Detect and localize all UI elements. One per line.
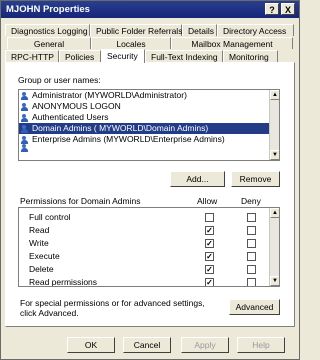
user-icon — [21, 124, 30, 133]
properties-dialog: MJOHN Properties ? X Diagnostics Logging… — [0, 0, 300, 360]
permission-row: Read permissions — [19, 276, 279, 287]
user-name: Administrator (MYWORLD\Administrator) — [32, 90, 187, 100]
user-name: Domain Admins ( MYWORLD\Domain Admins) — [32, 123, 209, 133]
deny-checkbox[interactable] — [247, 278, 256, 286]
deny-checkbox[interactable] — [247, 226, 256, 235]
permissions-scrollbar[interactable]: ▲ ▼ — [269, 208, 279, 286]
user-icon — [21, 135, 30, 144]
tab-monitoring[interactable]: Monitoring — [223, 50, 278, 62]
deny-label: Deny — [241, 196, 261, 206]
close-button[interactable]: X — [281, 3, 295, 15]
deny-checkbox[interactable] — [247, 213, 256, 222]
tab-locales[interactable]: Locales — [91, 37, 171, 49]
tab-directory-access[interactable]: Directory Access — [217, 24, 294, 36]
permission-row: Write — [19, 237, 279, 250]
tab-full-text-indexing[interactable]: Full-Text Indexing — [145, 50, 223, 62]
permission-name: Read — [29, 225, 50, 235]
user-icon — [21, 144, 30, 152]
list-item[interactable]: Enterprise Admins (MYWORLD\Enterprise Ad… — [19, 134, 279, 145]
allow-checkbox[interactable] — [205, 226, 214, 235]
permission-name: Full control — [29, 212, 71, 222]
permission-name: Write — [29, 238, 49, 248]
list-item[interactable]: Authenticated Users — [19, 112, 279, 123]
apply-button[interactable]: Apply — [181, 337, 229, 353]
user-icon — [21, 91, 30, 100]
list-item-partial — [19, 144, 279, 152]
group-label: Group or user names: — [18, 75, 101, 85]
tab-row-middle: General Locales Mailbox Management — [7, 37, 293, 50]
permission-name: Execute — [29, 251, 60, 261]
permission-row: Read — [19, 224, 279, 237]
help-dialog-button[interactable]: Help — [237, 337, 285, 353]
cancel-button[interactable]: Cancel — [123, 337, 171, 353]
allow-checkbox[interactable] — [205, 265, 214, 274]
allow-checkbox[interactable] — [205, 213, 214, 222]
list-item-selected[interactable]: Domain Admins ( MYWORLD\Domain Admins) — [19, 123, 279, 134]
scroll-up-arrow-icon[interactable]: ▲ — [270, 90, 279, 100]
tab-details[interactable]: Details — [182, 24, 217, 36]
permissions-header: Permissions for Domain Admins — [20, 196, 141, 206]
user-listbox[interactable]: Administrator (MYWORLD\Administrator) AN… — [18, 89, 280, 161]
tab-policies[interactable]: Policies — [59, 50, 101, 62]
add-button[interactable]: Add... — [170, 171, 225, 187]
user-icon — [21, 113, 30, 122]
tab-rpc-http[interactable]: RPC-HTTP — [5, 50, 59, 62]
tab-mailbox-management[interactable]: Mailbox Management — [171, 37, 293, 49]
deny-checkbox[interactable] — [247, 252, 256, 261]
advanced-button[interactable]: Advanced — [229, 299, 280, 315]
list-item[interactable]: Administrator (MYWORLD\Administrator) — [19, 90, 279, 101]
permission-row: Delete — [19, 263, 279, 276]
user-name: ANONYMOUS LOGON — [32, 101, 121, 111]
ok-button[interactable]: OK — [67, 337, 115, 353]
permission-row: Full control — [19, 211, 279, 224]
tab-diagnostics-logging[interactable]: Diagnostics Logging — [5, 24, 90, 36]
list-item[interactable]: ANONYMOUS LOGON — [19, 101, 279, 112]
advanced-description: For special permissions or for advanced … — [20, 298, 205, 318]
window-title: MJOHN Properties — [6, 4, 90, 15]
deny-checkbox[interactable] — [247, 265, 256, 274]
permission-row: Execute — [19, 250, 279, 263]
scroll-down-arrow-icon[interactable]: ▼ — [270, 150, 279, 160]
help-button[interactable]: ? — [265, 3, 279, 15]
allow-checkbox[interactable] — [205, 278, 214, 286]
permission-name: Read permissions — [29, 277, 98, 287]
user-list-scrollbar[interactable]: ▲ ▼ — [269, 90, 279, 160]
deny-checkbox[interactable] — [247, 239, 256, 248]
allow-label: Allow — [197, 196, 218, 206]
tab-public-folder-referrals[interactable]: Public Folder Referrals — [90, 24, 182, 36]
scroll-down-arrow-icon[interactable]: ▼ — [270, 276, 279, 286]
user-name: Enterprise Admins (MYWORLD\Enterprise Ad… — [32, 134, 225, 144]
allow-checkbox[interactable] — [205, 239, 214, 248]
tab-row-top: Diagnostics Logging Public Folder Referr… — [5, 24, 294, 37]
allow-checkbox[interactable] — [205, 252, 214, 261]
permissions-list: Full control Read Write Execute Delete R… — [18, 207, 280, 287]
scroll-up-arrow-icon[interactable]: ▲ — [270, 208, 279, 218]
title-bar: MJOHN Properties ? X — [1, 1, 299, 18]
remove-button[interactable]: Remove — [231, 171, 280, 187]
tab-general[interactable]: General — [7, 37, 91, 49]
tab-security[interactable]: Security — [101, 49, 145, 63]
permission-name: Delete — [29, 264, 54, 274]
user-name: Authenticated Users — [32, 112, 109, 122]
user-icon — [21, 102, 30, 111]
